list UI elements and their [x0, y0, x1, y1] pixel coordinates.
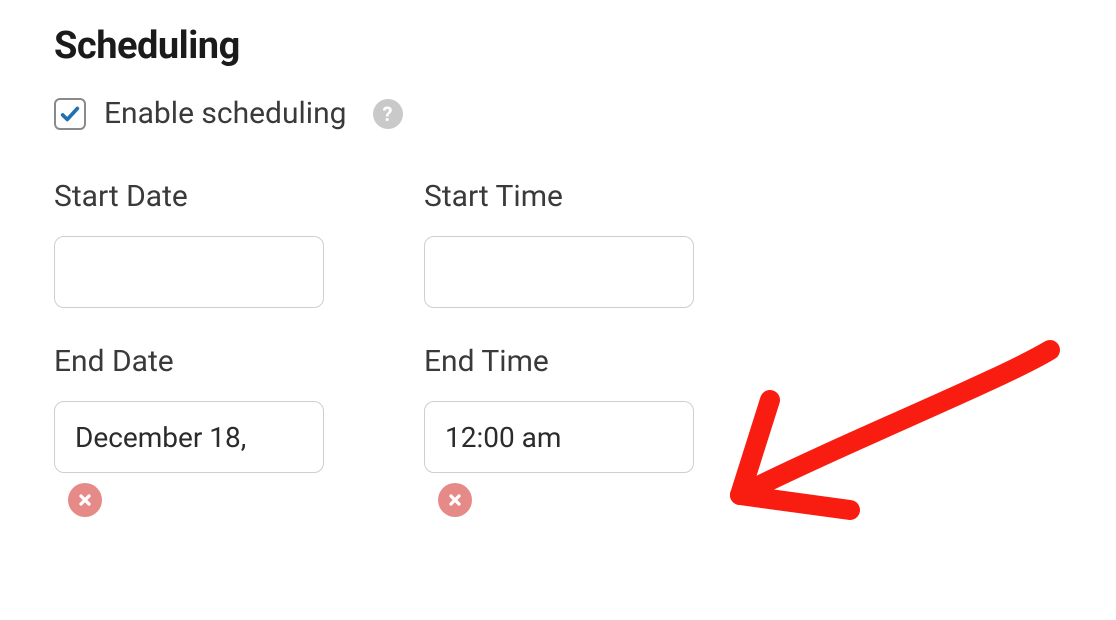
end-date-field: End Date [54, 344, 414, 517]
section-title: Scheduling [54, 24, 1062, 68]
start-time-field: Start Time [424, 179, 784, 308]
clear-end-time-button[interactable] [438, 483, 472, 517]
end-time-input[interactable] [424, 401, 694, 473]
start-date-input[interactable] [54, 236, 324, 308]
end-time-label: End Time [424, 344, 784, 379]
check-icon [59, 103, 81, 125]
start-date-label: Start Date [54, 179, 414, 214]
start-time-label: Start Time [424, 179, 784, 214]
enable-scheduling-label: Enable scheduling [104, 96, 347, 131]
end-time-field: End Time [424, 344, 784, 517]
start-date-field: Start Date [54, 179, 414, 308]
enable-scheduling-row: Enable scheduling ? [54, 96, 1062, 131]
enable-scheduling-checkbox[interactable] [54, 98, 86, 130]
clear-end-date-button[interactable] [68, 483, 102, 517]
start-time-input[interactable] [424, 236, 694, 308]
end-date-input[interactable] [54, 401, 324, 473]
help-icon[interactable]: ? [373, 99, 403, 129]
close-icon [447, 492, 463, 508]
close-icon [77, 492, 93, 508]
end-date-label: End Date [54, 344, 414, 379]
